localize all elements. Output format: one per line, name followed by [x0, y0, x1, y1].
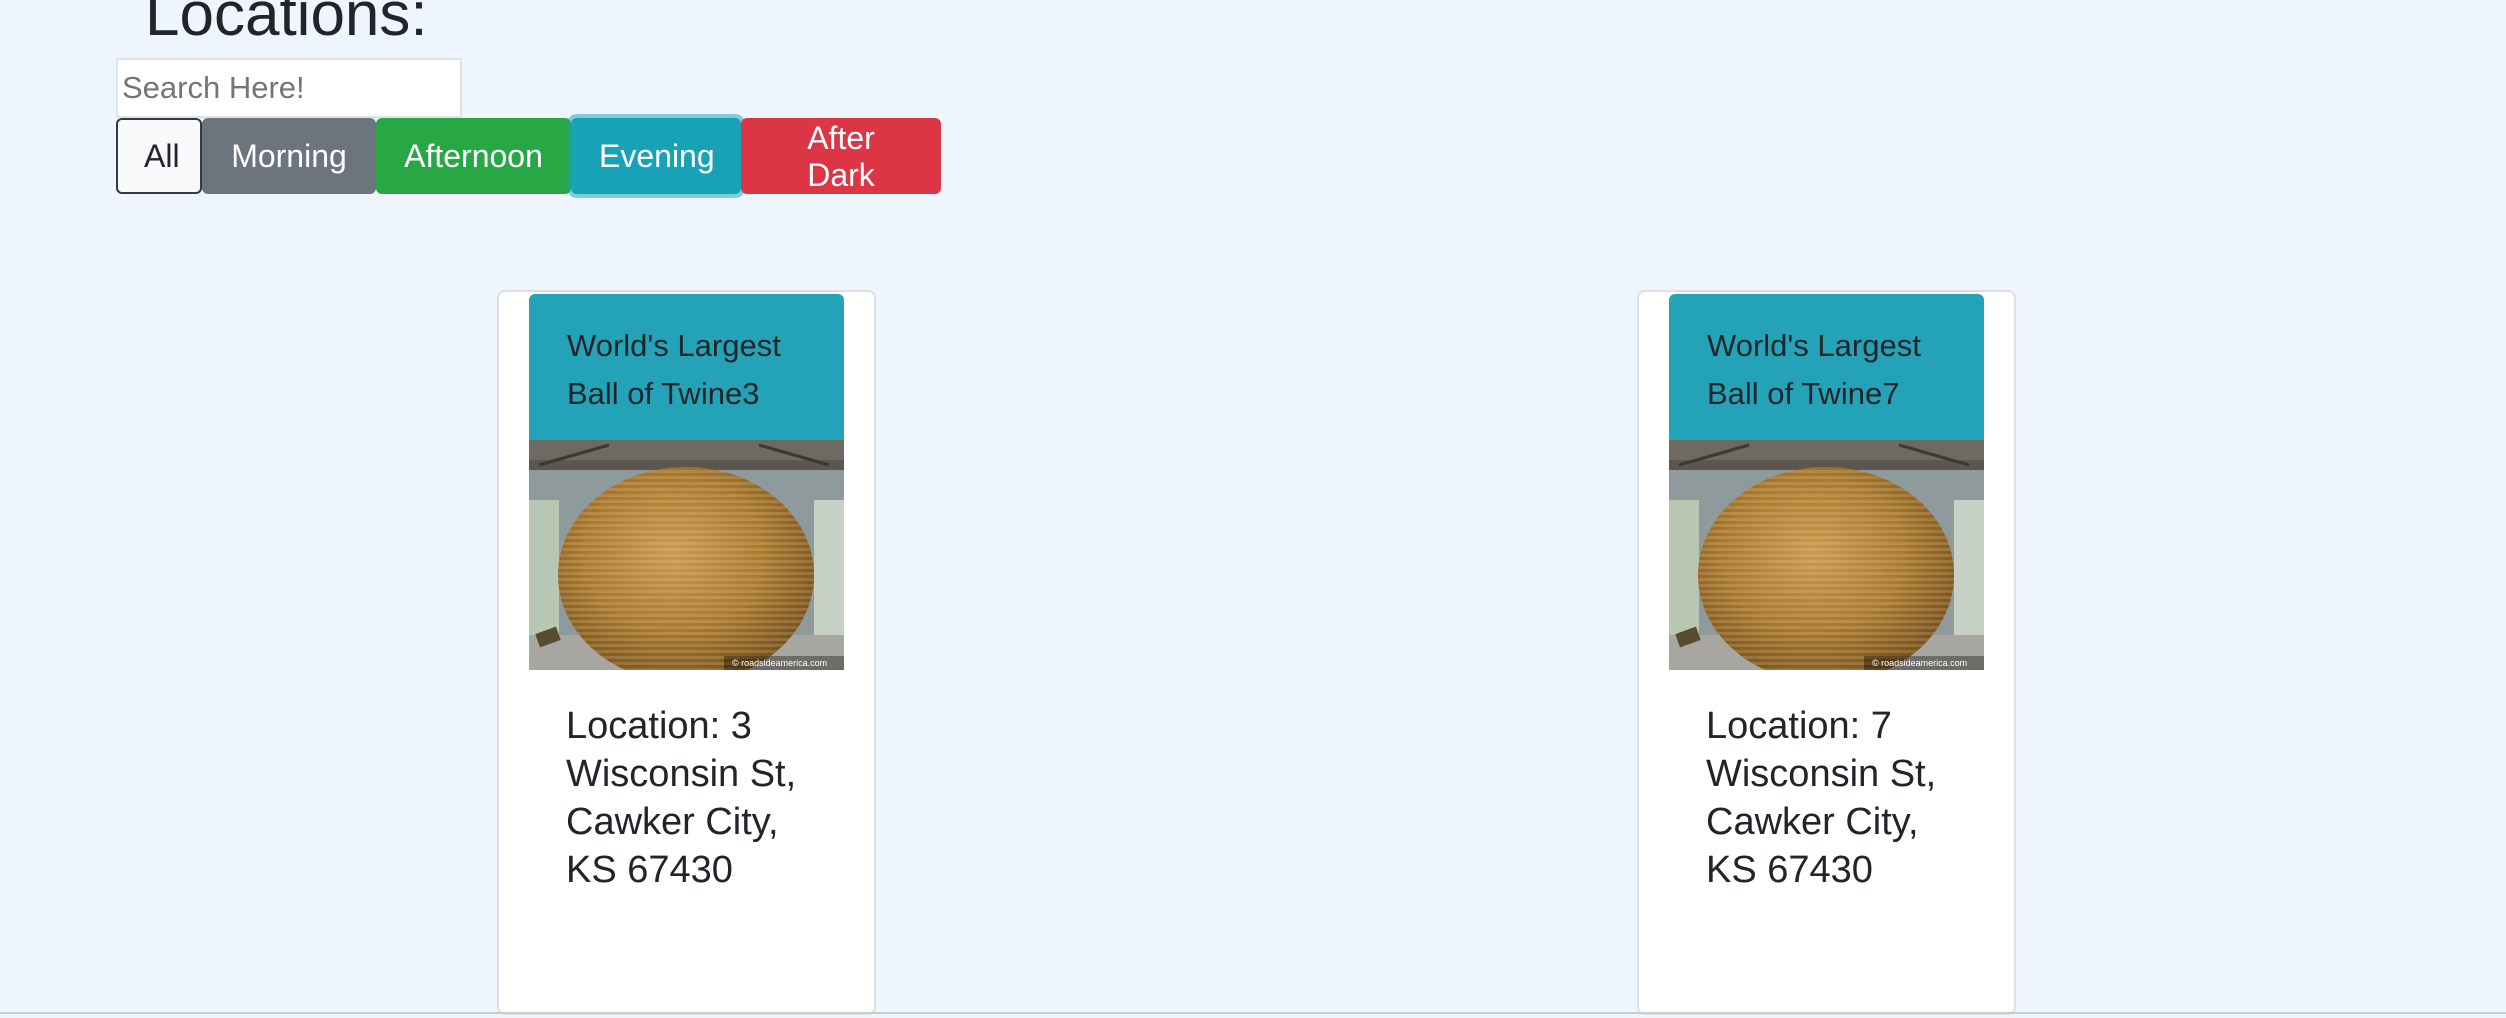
page: Locations: All Morning Afternoon Evening… [0, 0, 2506, 1018]
filter-afternoon-button[interactable]: Afternoon [376, 118, 571, 194]
image-credit: © roadsideamerica.com [732, 658, 827, 668]
location-address: Wisconsin St, Cawker City, KS 67430 [566, 753, 797, 891]
card-location: Location: 7 Wisconsin St, Cawker City, K… [1706, 702, 1966, 894]
filter-after-dark-button[interactable]: After Dark [741, 118, 941, 194]
card-title: World's Largest Ball of Twine3 [529, 294, 844, 440]
location-card[interactable]: World's Largest Ball of Twine3 © roadsid… [497, 290, 876, 1015]
twine-ball-image: © roadsideamerica.com [1669, 440, 1984, 670]
location-number: Location: 3 [566, 705, 752, 747]
twine-ball-image: © roadsideamerica.com [529, 440, 844, 670]
location-address: Wisconsin St, Cawker City, KS 67430 [1706, 753, 1937, 891]
card-title: World's Largest Ball of Twine7 [1669, 294, 1984, 440]
location-number: Location: 7 [1706, 705, 1892, 747]
image-credit: © roadsideamerica.com [1872, 658, 1967, 668]
filter-button-group: All Morning Afternoon Evening After Dark [116, 118, 941, 194]
filter-morning-button[interactable]: Morning [202, 118, 376, 194]
twine-ball-photo-icon: © roadsideamerica.com [529, 440, 844, 670]
search-input[interactable] [116, 58, 462, 118]
card-location: Location: 3 Wisconsin St, Cawker City, K… [566, 702, 826, 894]
location-card[interactable]: World's Largest Ball of Twine7 © roadsid… [1637, 290, 2016, 1015]
filter-all-button[interactable]: All [116, 118, 202, 194]
page-title: Locations: [145, 0, 428, 49]
filter-evening-button[interactable]: Evening [571, 118, 741, 194]
page-bottom-divider [0, 1012, 2506, 1014]
twine-ball-photo-icon: © roadsideamerica.com [1669, 440, 1984, 670]
